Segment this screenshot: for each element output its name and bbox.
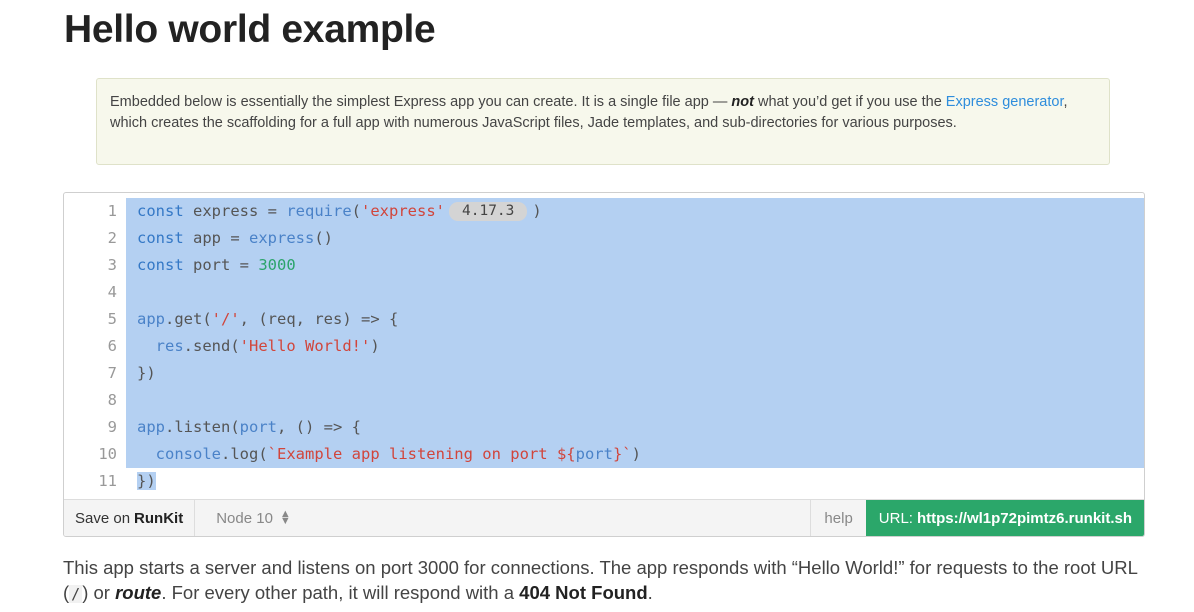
line-number: 4 — [107, 283, 117, 301]
code-token: , () => { — [276, 418, 361, 436]
paragraph-text: . For every other path, it will respond … — [161, 582, 520, 603]
code-line[interactable]: const port = 3000 — [126, 252, 1144, 279]
code-token: express — [249, 229, 315, 247]
code-token: app — [137, 310, 165, 328]
url-value: https://wl1p72pimtz6.runkit.sh — [916, 509, 1132, 527]
line-number: 1 — [107, 202, 117, 220]
code-token: ) — [532, 202, 542, 220]
express-generator-link[interactable]: Express generator — [946, 94, 1064, 110]
code-token: const — [137, 202, 184, 220]
code-token: port — [183, 256, 240, 274]
node-version-label: Node 10 — [216, 509, 273, 527]
code-token: ) — [631, 445, 641, 463]
code-token: `Example app listening on port ${ — [267, 445, 576, 463]
code-line[interactable]: console.log(`Example app listening on po… — [126, 441, 1144, 468]
callout-emphasis: not — [731, 94, 754, 110]
line-number: 9 — [107, 418, 117, 436]
line-number: 3 — [107, 256, 117, 274]
code-token: = — [230, 229, 250, 247]
code-line[interactable]: app.get('/', (req, res) => { — [126, 306, 1144, 333]
code-token: .send( — [183, 337, 240, 355]
code-token: ( — [351, 202, 362, 220]
code-token: res — [155, 337, 184, 355]
endpoint-url-button[interactable]: URL: https://wl1p72pimtz6.runkit.sh — [865, 500, 1144, 536]
code-token: port — [239, 418, 277, 436]
code-token: .log( — [221, 445, 268, 463]
line-number: 2 — [107, 229, 117, 247]
code-token: express — [183, 202, 268, 220]
code-token: 3000 — [258, 256, 296, 274]
code-token: .listen( — [165, 418, 240, 436]
line-number: 10 — [98, 445, 117, 463]
code-token: () — [314, 229, 334, 247]
code-line[interactable]: }) — [126, 468, 1144, 495]
page-title: Hello world example — [64, 8, 436, 51]
code-token: require — [286, 202, 352, 220]
status-text: 404 Not Found — [519, 582, 648, 603]
code-token: const — [137, 229, 184, 247]
code-line-empty[interactable] — [126, 279, 1144, 306]
code-line[interactable]: }) — [126, 360, 1144, 387]
line-number: 7 — [107, 364, 117, 382]
save-label: Save on — [75, 509, 131, 527]
runkit-notebook: 1 2 3 4 5 6 7 8 9 10 11 const express = … — [63, 192, 1145, 537]
intro-callout: Embedded below is essentially the simple… — [96, 78, 1110, 165]
sort-arrows-icon: ▲ ▼ — [279, 508, 291, 527]
code-token: , (req, res) => { — [239, 310, 399, 328]
root-url-code: / — [69, 585, 83, 603]
callout-text-middle: what you’d get if you use the — [753, 94, 946, 110]
paragraph-text: ) or — [82, 582, 116, 603]
code-editor[interactable]: 1 2 3 4 5 6 7 8 9 10 11 const express = … — [64, 193, 1144, 500]
code-token: console — [155, 445, 221, 463]
code-token: 'express' — [361, 202, 446, 220]
code-token: app — [183, 229, 231, 247]
description-paragraph: This app starts a server and listens on … — [63, 555, 1153, 607]
code-token: const — [137, 256, 184, 274]
code-token: }) — [137, 472, 156, 490]
route-term: route — [115, 582, 162, 603]
code-line[interactable]: const app = express() — [126, 225, 1144, 252]
code-token: }) — [137, 364, 156, 382]
package-version-badge[interactable]: 4.17.3 — [449, 202, 528, 221]
code-line[interactable]: res.send('Hello World!') — [126, 333, 1144, 360]
code-line-empty[interactable] — [126, 387, 1144, 414]
line-number: 11 — [98, 472, 117, 490]
code-token: .get( — [165, 310, 212, 328]
line-number-gutter: 1 2 3 4 5 6 7 8 9 10 11 — [64, 198, 126, 498]
line-number: 8 — [107, 391, 117, 409]
code-token: = — [239, 256, 259, 274]
line-number: 6 — [107, 337, 117, 355]
code-token: app — [137, 418, 165, 436]
help-button[interactable]: help — [810, 500, 865, 536]
code-token: ) — [370, 337, 380, 355]
paragraph-text: . — [647, 582, 653, 603]
code-token: }` — [612, 445, 632, 463]
code-token: '/' — [211, 310, 240, 328]
save-on-runkit-button[interactable]: Save on RunKit — [64, 500, 196, 536]
node-version-select[interactable]: Node 10 ▲ ▼ — [195, 500, 307, 536]
code-token: 'Hello World!' — [239, 337, 371, 355]
code-line[interactable]: app.listen(port, () => { — [126, 414, 1144, 441]
notebook-toolbar: Save on RunKit Node 10 ▲ ▼ help URL: https:/… — [64, 499, 1144, 536]
code-token: = — [267, 202, 287, 220]
line-number: 5 — [107, 310, 117, 328]
runkit-brand: RunKit — [134, 509, 184, 527]
code-lines[interactable]: const express = require('express' 4.17.3)… — [126, 198, 1144, 495]
callout-text: Embedded below is essentially the simple… — [110, 94, 732, 110]
code-line[interactable]: const express = require('express' 4.17.3) — [126, 198, 1144, 225]
url-label: URL: — [878, 509, 913, 527]
code-token: port — [575, 445, 613, 463]
